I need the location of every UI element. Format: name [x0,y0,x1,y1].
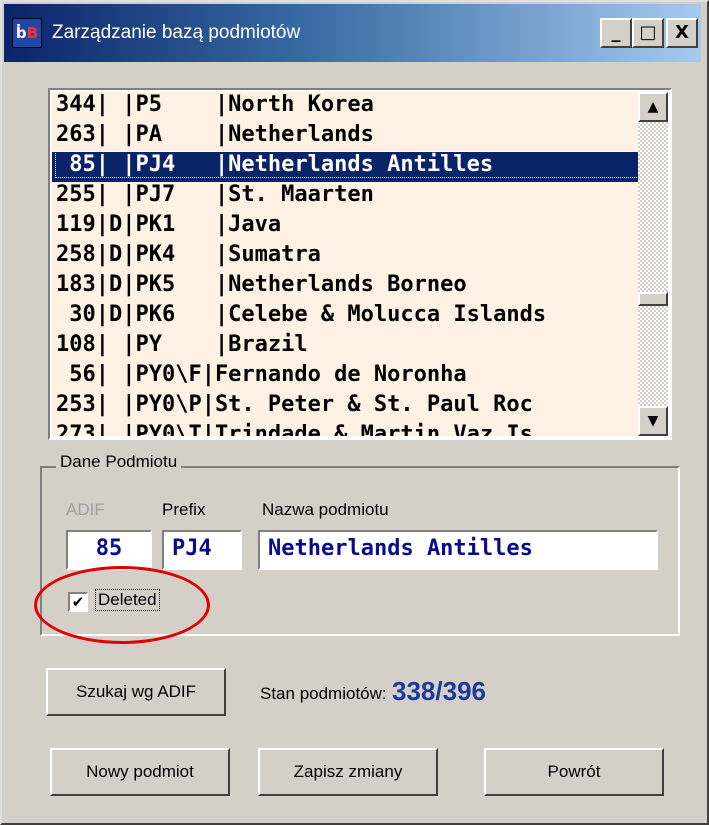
group-label: Dane Podmiotu [56,452,182,472]
list-item[interactable]: 258|D|PK4 |Sumatra [52,242,640,272]
list-item[interactable]: 273| |PY0\T|Trindade & Martin Vaz Is [52,422,640,436]
list-item[interactable]: 119|D|PK1 |Java [52,212,640,242]
save-changes-button[interactable]: Zapisz zmiany [258,748,438,796]
close-button[interactable]: X [666,18,698,48]
maximize-button[interactable]: □ [632,18,664,48]
list-item[interactable]: 263| |PA |Netherlands [52,122,640,152]
entity-list: 344| |P5 |North Korea 263| |PA |Netherla… [52,92,640,436]
scroll-up-icon[interactable]: ▲ [638,92,668,122]
list-item[interactable]: 183|D|PK5 |Netherlands Borneo [52,272,640,302]
scroll-thumb[interactable] [638,292,668,306]
list-item[interactable]: 253| |PY0\P|St. Peter & St. Paul Roc [52,392,640,422]
annotation-circle [34,566,210,644]
adif-field[interactable]: 85 [66,530,152,570]
list-scrollbar[interactable]: ▲ ▼ [638,92,668,436]
list-item[interactable]: 255| |PJ7 |St. Maarten [52,182,640,212]
minimize-button[interactable]: _ [600,18,632,48]
entity-name-label: Nazwa podmiotu [262,500,389,519]
search-by-adif-button[interactable]: Szukaj wg ADIF [46,668,226,716]
back-button[interactable]: Powrót [484,748,664,796]
prefix-label: Prefix [162,500,206,519]
list-item[interactable]: 56| |PY0\F|Fernando de Noronha [52,362,640,392]
app-logo-icon: ḃB [12,18,42,48]
status-label: Stan podmiotów: [260,684,387,703]
new-entity-button[interactable]: Nowy podmiot [50,748,230,796]
prefix-field[interactable]: PJ4 [162,530,242,570]
entity-name-field[interactable]: Netherlands Antilles [258,530,658,570]
title-bar[interactable]: ḃB Zarządzanie bazą podmiotów _ □ X [4,4,701,62]
entity-count: 338/396 [392,676,486,706]
list-item[interactable]: 108| |PY |Brazil [52,332,640,362]
scroll-down-icon[interactable]: ▼ [638,406,668,436]
list-item[interactable]: 30|D|PK6 |Celebe & Molucca Islands [52,302,640,332]
list-item[interactable]: 344| |P5 |North Korea [52,92,640,122]
list-item-selected[interactable]: 85| |PJ4 |Netherlands Antilles [52,151,640,182]
window-title: Zarządzanie bazą podmiotów [52,22,301,43]
adif-label: ADIF [66,500,105,519]
entity-listbox[interactable]: 344| |P5 |North Korea 263| |PA |Netherla… [48,88,672,440]
